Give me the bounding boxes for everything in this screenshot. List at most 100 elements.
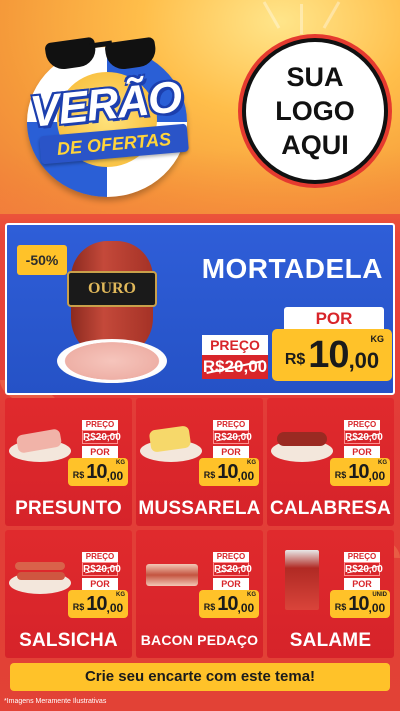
sun-ray [300,4,303,34]
preco-label: PREÇO [82,420,118,430]
logo-line-1: SUA [286,62,344,92]
price-integer: 10 [86,460,107,483]
sunglasses-icon [40,34,160,72]
price-box: PREÇO R$20,00 POR R$ 10 ,00 UNID [330,552,390,618]
price-decimal: ,00 [237,600,255,615]
old-price: R$20,00 [82,562,121,576]
product-name: SALAME [289,630,372,651]
currency: R$ [203,602,216,612]
mortadela-image: OURO [57,231,207,391]
price-box: PREÇO R$20,00 POR R$ 10 ,00 KG [68,552,128,618]
price-unit: UNID [372,592,387,598]
por-label: POR [284,307,384,331]
hotdog-icon [17,572,65,580]
new-price: R$ 10 ,00 UNID [330,590,390,618]
slices-plate-icon [57,339,167,383]
new-price: R$ 10 ,00 KG [68,590,128,618]
bacon-image [140,550,202,596]
price-integer: 10 [308,333,349,376]
sun-ray [262,1,281,29]
salame-image [271,550,333,610]
salsicha-image [9,550,71,596]
campaign-logo: VERÃO DE OFERTAS [22,22,192,197]
product-name: SALSICHA [19,630,118,651]
price-integer: 10 [217,460,238,483]
logo-line-3: AQUI [281,130,349,160]
store-logo-placeholder: SUA LOGO AQUI [242,38,388,184]
salame-pack-icon [285,550,319,610]
por-label: POR [213,578,249,590]
old-price: R$20,00 [213,430,252,444]
preco-label: PREÇO [344,552,380,562]
old-price: R$20,00 [344,430,383,444]
currency: R$ [284,351,306,368]
price-integer: 10 [348,460,369,483]
product-name: PRESUNTO [15,498,122,519]
product-name: BACON PEDAÇO [140,632,259,648]
old-price: R$20,00 [213,562,252,576]
por-label: POR [344,578,380,590]
new-price: R$ 10 ,00 KG [199,590,259,618]
price-integer: 10 [348,592,369,615]
price-integer: 10 [217,592,238,615]
price-unit: KG [247,592,256,598]
sun-ray [322,1,341,29]
currency: R$ [334,602,347,612]
price-box: PREÇO R$20,00 POR R$ 10 ,00 KG [199,420,259,486]
product-card-salsicha[interactable]: PREÇO R$20,00 POR R$ 10 ,00 KG SALSICHA [5,530,132,658]
logo-line-2: LOGO [275,96,355,126]
currency: R$ [334,470,347,480]
price-unit: KG [116,592,125,598]
new-price: R$ 10 ,00 KG [272,329,392,381]
brand-label: OURO [67,271,157,307]
featured-price-box: PREÇO R$20,00 POR R$ 10 ,00 KG [202,305,392,385]
por-label: POR [344,446,380,458]
price-unit: KG [247,460,256,466]
price-box: PREÇO R$20,00 POR R$ 10 ,00 KG [68,420,128,486]
old-price: R$20,00 [82,430,121,444]
currency: R$ [72,602,85,612]
por-label: POR [82,446,118,458]
product-name: MUSSARELA [138,498,261,519]
preco-label: PREÇO [213,552,249,562]
price-unit: KG [116,460,125,466]
preco-label: PREÇO [213,420,249,430]
preco-label: PREÇO [202,335,268,355]
product-card-mussarela[interactable]: PREÇO R$20,00 POR R$ 10 ,00 KG MUSSARELA [136,398,263,526]
price-decimal: ,00 [106,468,124,483]
old-price: R$20,00 [202,355,268,379]
cta-banner[interactable]: Crie seu encarte com este tema! [10,663,390,691]
product-card-bacon[interactable]: PREÇO R$20,00 POR R$ 10 ,00 KG BACON PED… [136,530,263,658]
featured-product-name: MORTADELA [201,253,383,284]
product-card-salame[interactable]: PREÇO R$20,00 POR R$ 10 ,00 UNID SALAME [267,530,394,658]
currency: R$ [203,470,216,480]
disclaimer-text: *Imagens Meramente Ilustrativas [4,698,107,705]
bacon-icon [146,564,198,586]
por-label: POR [82,578,118,590]
sausage-icon [277,432,327,446]
calabresa-image [271,418,333,464]
old-price: R$20,00 [344,562,383,576]
price-unit: KG [370,334,385,344]
new-price: R$ 10 ,00 KG [330,458,390,486]
price-box: PREÇO R$20,00 POR R$ 10 ,00 KG [330,420,390,486]
price-integer: 10 [86,592,107,615]
product-name: CALABRESA [269,498,392,519]
price-decimal: ,00 [368,600,386,615]
preco-label: PREÇO [82,552,118,562]
new-price: R$ 10 ,00 KG [199,458,259,486]
product-card-presunto[interactable]: PREÇO R$20,00 POR R$ 10 ,00 KG PRESUNTO [5,398,132,526]
product-card-calabresa[interactable]: PREÇO R$20,00 POR R$ 10 ,00 KG CALABRESA [267,398,394,526]
price-unit: KG [378,460,387,466]
currency: R$ [72,470,85,480]
preco-label: PREÇO [344,420,380,430]
price-decimal: ,00 [106,600,124,615]
price-decimal: ,00 [237,468,255,483]
price-decimal: ,00 [348,348,380,373]
hotdog-icon [15,562,65,570]
por-label: POR [213,446,249,458]
new-price: R$ 10 ,00 KG [68,458,128,486]
price-box: PREÇO R$20,00 POR R$ 10 ,00 KG [199,552,259,618]
presunto-image [9,418,71,464]
featured-product-card[interactable]: -50% OURO MORTADELA PREÇO R$20,00 POR R$… [5,223,395,395]
